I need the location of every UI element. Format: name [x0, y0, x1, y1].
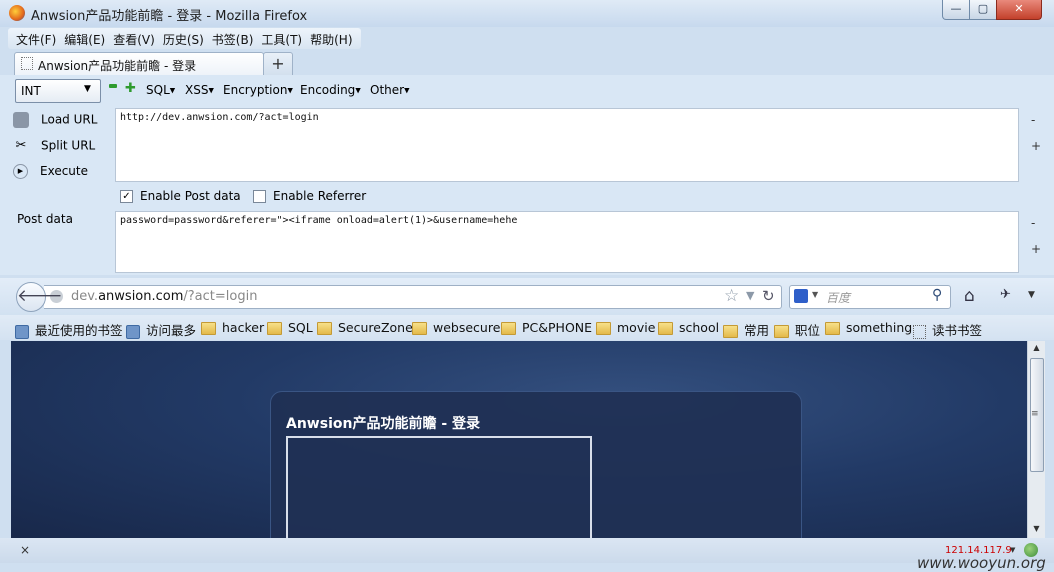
- url-expand-button[interactable]: +: [1031, 139, 1041, 153]
- folder-icon: [201, 322, 216, 335]
- folder-icon: [317, 322, 332, 335]
- addon-icon[interactable]: ✈: [1000, 287, 1011, 302]
- reload-icon[interactable]: ↻: [762, 287, 775, 305]
- hackbar-type-select[interactable]: INT ▼: [15, 79, 101, 103]
- split-url-button[interactable]: ✂ Split URL: [13, 138, 96, 154]
- grip-icon: ≡: [1031, 409, 1039, 419]
- hackbar-menu-xss[interactable]: XSS▼: [185, 83, 214, 97]
- window-titlebar: Anwsion产品功能前瞻 - 登录 - Mozilla Firefox: [0, 0, 1054, 27]
- bookmark-sql[interactable]: SQL: [267, 320, 313, 335]
- hackbar-menu-sql[interactable]: SQL▼: [146, 83, 175, 97]
- close-addon-bar-button[interactable]: ×: [20, 543, 30, 557]
- hackbar-menu-other[interactable]: Other▼: [370, 83, 409, 97]
- bookmark-reading[interactable]: 读书书签: [913, 320, 982, 339]
- window-bottom-edge: [0, 563, 1054, 572]
- hackbar-menu-encoding[interactable]: Encoding▼: [300, 83, 361, 97]
- chevron-down-icon[interactable]: ▼: [1010, 546, 1015, 554]
- folder-icon: [501, 322, 516, 335]
- login-card-title: Anwsion产品功能前瞻 - 登录: [286, 416, 481, 432]
- login-card: Anwsion产品功能前瞻 - 登录: [270, 391, 802, 538]
- folder-icon: [412, 322, 427, 335]
- smart-folder-icon: [15, 324, 29, 339]
- folder-icon: [596, 322, 611, 335]
- post-expand-button[interactable]: +: [1031, 242, 1041, 256]
- tab-active[interactable]: Anwsion产品功能前瞻 - 登录: [14, 52, 264, 75]
- checkbox-checked-icon: ✓: [120, 190, 133, 203]
- back-button[interactable]: 🡐: [16, 282, 63, 312]
- hackbar-url-textarea[interactable]: http://dev.anwsion.com/?act=login: [115, 108, 1019, 182]
- home-icon[interactable]: ⌂: [964, 286, 975, 306]
- folder-icon: [658, 322, 673, 335]
- addon-bar: [0, 538, 1054, 563]
- bookmark-recent[interactable]: 最近使用的书签: [15, 320, 123, 339]
- bookmark-school[interactable]: school: [658, 320, 719, 335]
- page-content: Anwsion产品功能前瞻 - 登录: [11, 341, 1027, 538]
- window-title: Anwsion产品功能前瞻 - 登录 - Mozilla Firefox: [31, 9, 308, 24]
- menu-file[interactable]: 文件(F): [12, 28, 60, 49]
- bookmark-star-icon[interactable]: ☆: [724, 286, 739, 306]
- bookmark-hacker[interactable]: hacker: [201, 320, 264, 335]
- bookmark-securezone[interactable]: SecureZone: [317, 320, 413, 335]
- post-data-label: Post data: [17, 212, 73, 226]
- address-bar[interactable]: dev.anwsion.com/?act=login ☆ ▼ ↻: [44, 285, 782, 309]
- folder-icon: [825, 322, 840, 335]
- history-dropdown-icon[interactable]: ▼: [746, 289, 754, 302]
- bookmark-jobs[interactable]: 职位: [774, 320, 820, 339]
- play-icon: ▶: [13, 164, 28, 179]
- injected-iframe: [286, 436, 592, 538]
- bookmark-movie[interactable]: movie: [596, 320, 655, 335]
- bookmark-websecure[interactable]: websecure: [412, 320, 500, 335]
- scroll-up-icon[interactable]: ▲: [1028, 343, 1045, 352]
- bookmark-most-visited[interactable]: 访问最多: [126, 320, 196, 339]
- watermark: www.wooyun.org: [917, 554, 1046, 572]
- execute-button[interactable]: ▶ Execute: [13, 164, 88, 179]
- minimize-button[interactable]: —: [942, 0, 970, 20]
- search-input[interactable]: 百度: [826, 289, 850, 306]
- chevron-down-icon[interactable]: ▼: [812, 290, 818, 299]
- bookmark-something[interactable]: something: [825, 320, 912, 335]
- tab-label: Anwsion产品功能前瞻 - 登录: [38, 59, 197, 73]
- checkbox-unchecked-icon: [253, 190, 266, 203]
- increase-icon[interactable]: ✚: [125, 81, 136, 96]
- page-favicon-icon: [21, 57, 33, 70]
- new-tab-button[interactable]: +: [263, 52, 293, 76]
- scroll-down-icon[interactable]: ▼: [1028, 524, 1045, 533]
- toolbar-overflow-icon[interactable]: ▼: [1028, 290, 1035, 300]
- chevron-down-icon: ▼: [84, 84, 91, 94]
- search-icon[interactable]: ⚲: [932, 287, 942, 303]
- firefox-logo-icon: [9, 5, 25, 21]
- scissors-icon: ✂: [15, 138, 27, 153]
- search-engine-icon[interactable]: [794, 289, 808, 303]
- address-text: dev.anwsion.com/?act=login: [71, 289, 258, 304]
- menu-bookmarks[interactable]: 书签(B): [208, 28, 258, 49]
- menu-bar: 文件(F) 编辑(E) 查看(V) 历史(S) 书签(B) 工具(T) 帮助(H…: [8, 28, 361, 49]
- maximize-button[interactable]: ▢: [969, 0, 997, 20]
- enable-post-checkbox[interactable]: ✓ Enable Post data: [120, 189, 241, 203]
- bookmark-pc-phone[interactable]: PC&PHONE: [501, 320, 592, 335]
- bookmark-common[interactable]: 常用: [723, 320, 769, 339]
- folder-icon: [774, 325, 789, 338]
- page-icon: [913, 324, 926, 339]
- folder-icon: [267, 322, 282, 335]
- select-value: INT: [21, 84, 41, 98]
- folder-icon: [723, 325, 738, 338]
- url-shrink-button[interactable]: -: [1031, 113, 1035, 127]
- enable-referrer-checkbox[interactable]: Enable Referrer: [253, 189, 366, 203]
- post-shrink-button[interactable]: -: [1031, 216, 1035, 230]
- vertical-scrollbar[interactable]: ▲ ≡ ▼: [1027, 341, 1045, 538]
- menu-history[interactable]: 历史(S): [159, 28, 208, 49]
- smart-folder-icon: [126, 324, 140, 339]
- load-url-button[interactable]: Load URL: [13, 112, 97, 128]
- menu-view[interactable]: 查看(V): [109, 28, 159, 49]
- decrease-icon[interactable]: [109, 84, 117, 88]
- menu-edit[interactable]: 编辑(E): [60, 28, 109, 49]
- hackbar-post-textarea[interactable]: password=password&referer="><iframe onlo…: [115, 211, 1019, 273]
- load-url-icon: [13, 112, 29, 128]
- search-bar[interactable]: ▼ 百度 ⚲: [789, 285, 951, 309]
- menu-tools[interactable]: 工具(T): [257, 28, 306, 49]
- close-window-button[interactable]: ✕: [996, 0, 1042, 20]
- menu-help[interactable]: 帮助(H): [306, 28, 356, 49]
- hackbar-menu-encryption[interactable]: Encryption▼: [223, 83, 293, 97]
